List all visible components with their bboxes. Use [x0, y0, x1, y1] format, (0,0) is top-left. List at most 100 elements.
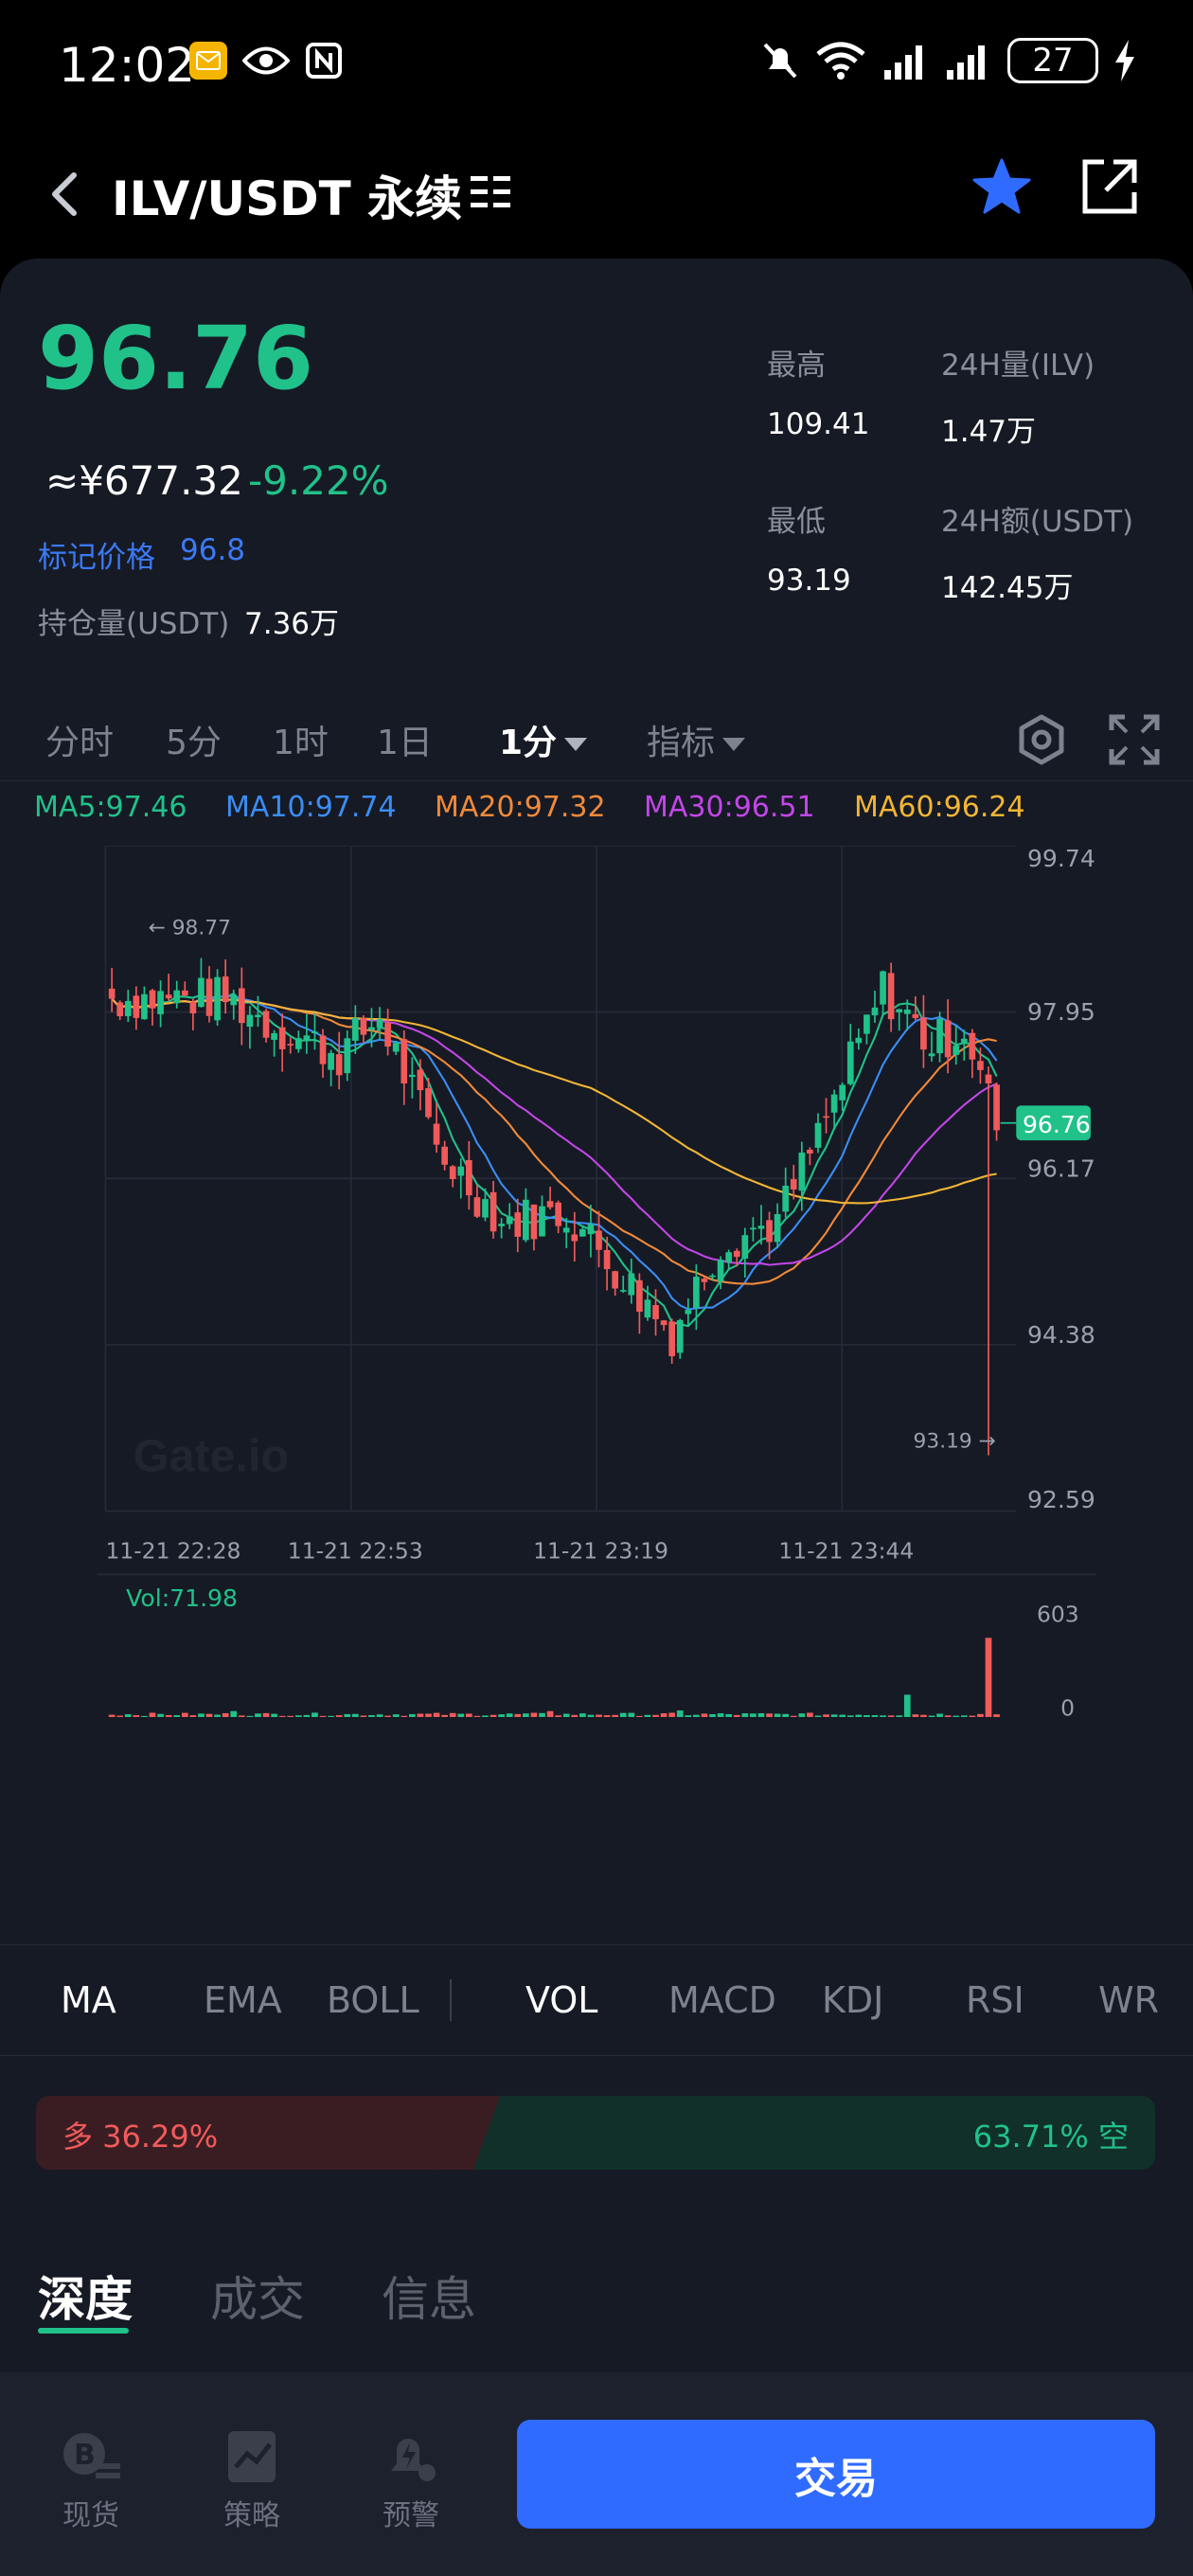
fullscreen-icon[interactable] — [1108, 713, 1161, 766]
volume-bar — [855, 1714, 863, 1717]
volume-bar — [864, 1715, 870, 1717]
volume-bar — [303, 1714, 311, 1717]
price-tick-1: 99.74 — [1027, 846, 1095, 872]
volume-bar — [969, 1715, 976, 1717]
candle-body — [668, 1321, 676, 1357]
tab-trades[interactable]: 成交 — [210, 2262, 305, 2330]
nav-alert[interactable]: 预警 — [364, 2429, 458, 2533]
current-price-value: 96.76 — [1023, 1111, 1091, 1138]
price-axis: 99.74 97.95 96.17 94.38 92.59 — [1027, 846, 1095, 1513]
volume-bar — [392, 1714, 400, 1717]
kline-chart[interactable]: Gate.io 99.74 97.95 96.17 94.38 92.59 96… — [0, 846, 1193, 1717]
nav-strategy[interactable]: 策略 — [205, 2429, 299, 2533]
candle-body — [482, 1199, 489, 1218]
volume-bar — [425, 1713, 432, 1717]
volume-bar — [539, 1712, 545, 1717]
tab-1day[interactable]: 1日 — [377, 715, 433, 764]
tab-info[interactable]: 信息 — [382, 2262, 476, 2330]
favorite-star-icon[interactable] — [970, 156, 1033, 219]
tab-depth[interactable]: 深度 — [38, 2262, 133, 2330]
ma20-legend: MA20:97.32 — [435, 791, 606, 824]
time-tick-2: 11-21 22:53 — [288, 1538, 423, 1565]
charging-icon — [1115, 40, 1134, 81]
volume-bar — [774, 1713, 781, 1717]
tab-1min[interactable]: 1分 — [499, 715, 588, 764]
indicator-vol[interactable]: VOL — [525, 1979, 597, 2021]
candle-body — [222, 976, 229, 1003]
tab-indicators[interactable]: 指标 — [647, 715, 746, 764]
share-icon[interactable] — [1079, 156, 1140, 217]
back-arrow-icon[interactable] — [38, 166, 95, 223]
candle-body — [319, 1035, 327, 1064]
volume-bar — [846, 1715, 854, 1717]
nav-strategy-label: 策略 — [223, 2499, 280, 2532]
indicator-macd[interactable]: MACD — [668, 1979, 776, 2021]
volume-bar — [214, 1714, 221, 1717]
time-axis: 11-21 22:28 11-21 22:53 11-21 23:19 11-2… — [105, 1538, 914, 1565]
tab-timeline[interactable]: 分时 — [45, 715, 114, 764]
volume-bar — [514, 1713, 522, 1717]
candle-body — [562, 1227, 570, 1233]
volume-bar — [238, 1715, 245, 1717]
volume-bar — [116, 1715, 124, 1717]
candle-body — [205, 978, 213, 1016]
candle-body — [449, 1166, 456, 1180]
volume-bar — [912, 1714, 919, 1717]
volume-bar — [571, 1714, 579, 1717]
candle-body — [920, 1017, 927, 1050]
pair-title[interactable]: ILV/USDT 永续 — [112, 161, 462, 229]
tab-5min[interactable]: 5分 — [166, 715, 222, 764]
candle-body — [466, 1159, 472, 1196]
volume-bar — [693, 1714, 700, 1717]
volume-bar — [660, 1713, 668, 1717]
volume-bar — [401, 1715, 408, 1717]
price-tick-4: 94.38 — [1027, 1321, 1095, 1349]
candle-body — [133, 995, 140, 1018]
volume-bar — [936, 1713, 943, 1717]
mark-price-label[interactable]: 标记价格 — [38, 533, 155, 576]
candle-body — [993, 1084, 1000, 1131]
volume-bar — [222, 1712, 229, 1717]
volume-bar — [360, 1715, 367, 1717]
candle-body — [181, 990, 188, 996]
volume-bar — [294, 1715, 302, 1717]
candle-body — [417, 1069, 424, 1091]
volume-bar — [408, 1713, 416, 1717]
nav-spot[interactable]: B 现货 — [44, 2429, 138, 2533]
candle-body — [384, 1023, 391, 1047]
candle-body — [392, 1043, 400, 1052]
candles — [108, 957, 1000, 1456]
candle-body — [189, 1001, 197, 1014]
strategy-chart-icon — [228, 2431, 276, 2482]
low-label: 最低 — [767, 505, 826, 539]
high-price-marker: ← 98.77 — [149, 917, 231, 940]
indicator-ema[interactable]: EMA — [204, 1979, 282, 2021]
indicator-wr[interactable]: WR — [1098, 1979, 1159, 2021]
volume-bar — [498, 1714, 505, 1717]
volume-bar — [652, 1714, 659, 1717]
indicator-boll[interactable]: BOLL — [327, 1979, 419, 2021]
candle-body — [846, 1041, 854, 1084]
candle-body — [198, 977, 205, 1008]
trade-button[interactable]: 交易 — [517, 2420, 1155, 2529]
volume-bar — [108, 1714, 116, 1717]
candle-body — [644, 1299, 651, 1318]
indicator-kdj[interactable]: KDJ — [822, 1979, 883, 2021]
volume-bar — [344, 1713, 351, 1717]
candle-body — [328, 1052, 334, 1070]
open-interest-value: 7.36万 — [244, 607, 340, 641]
candle-body — [344, 1038, 351, 1074]
indicator-divider — [450, 1979, 452, 2021]
indicator-rsi[interactable]: RSI — [966, 1979, 1024, 2021]
candle-body — [579, 1228, 586, 1237]
tab-1hour[interactable]: 1时 — [273, 715, 329, 764]
candle-body — [953, 1046, 960, 1055]
candle-body — [473, 1197, 481, 1217]
indicator-ma[interactable]: MA — [61, 1979, 116, 2021]
volume-bar — [506, 1713, 513, 1717]
chart-settings-icon[interactable] — [1015, 713, 1068, 766]
mark-price-value: 96.8 — [180, 533, 246, 567]
pair-menu-icon[interactable] — [469, 170, 512, 214]
candle-body — [880, 971, 886, 1005]
candle-body — [830, 1094, 838, 1113]
